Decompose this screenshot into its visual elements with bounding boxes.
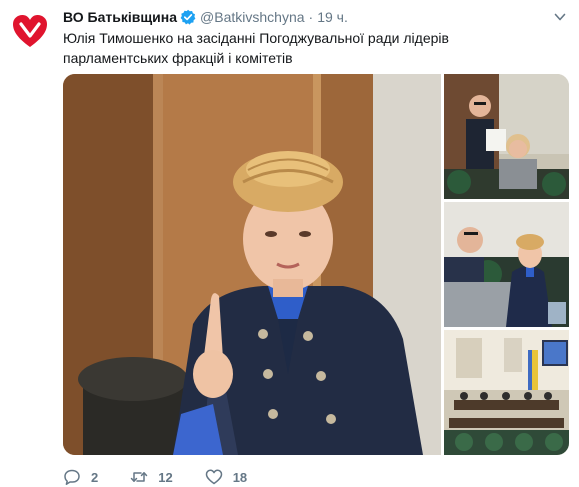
tweet-timestamp[interactable]: 19 ч. [317, 9, 348, 25]
tweet-card: ВО Батьківщина @Batkivshchyna · 19 ч. Юл… [0, 0, 579, 487]
tweet-text-line: Юлія Тимошенко на засіданні Погоджувальн… [63, 30, 449, 46]
reply-button[interactable]: 2 [63, 468, 98, 486]
like-button[interactable]: 18 [205, 468, 247, 486]
reply-count: 2 [91, 469, 99, 485]
tweet-text-line: парламентських фракцій і комітетів [63, 50, 293, 66]
retweet-count: 12 [158, 469, 173, 485]
photo-main[interactable] [63, 74, 441, 455]
like-count: 18 [232, 469, 248, 485]
reply-icon [63, 468, 81, 486]
media-grid [63, 74, 569, 455]
display-name[interactable]: ВО Батьківщина [63, 9, 177, 25]
tweet-header: ВО Батьківщина @Batkivshchyna · 19 ч. [63, 7, 348, 27]
retweet-icon [130, 468, 148, 486]
retweet-button[interactable]: 12 [130, 468, 173, 486]
heart-icon [205, 468, 223, 486]
tweet-actions: 2 12 18 [63, 467, 279, 487]
tweet-text: Юлія Тимошенко на засіданні Погоджувальн… [63, 28, 503, 68]
chevron-down-icon[interactable] [553, 10, 567, 24]
photo-thumbnail[interactable] [444, 202, 569, 327]
account-handle[interactable]: @Batkivshchyna [200, 9, 304, 25]
heart-logo-icon [13, 15, 47, 47]
verified-badge-icon [180, 9, 196, 25]
photo-thumbnail[interactable] [444, 330, 569, 455]
photo-thumbnail[interactable] [444, 74, 569, 199]
avatar[interactable] [8, 10, 52, 54]
separator-dot: · [308, 9, 314, 25]
